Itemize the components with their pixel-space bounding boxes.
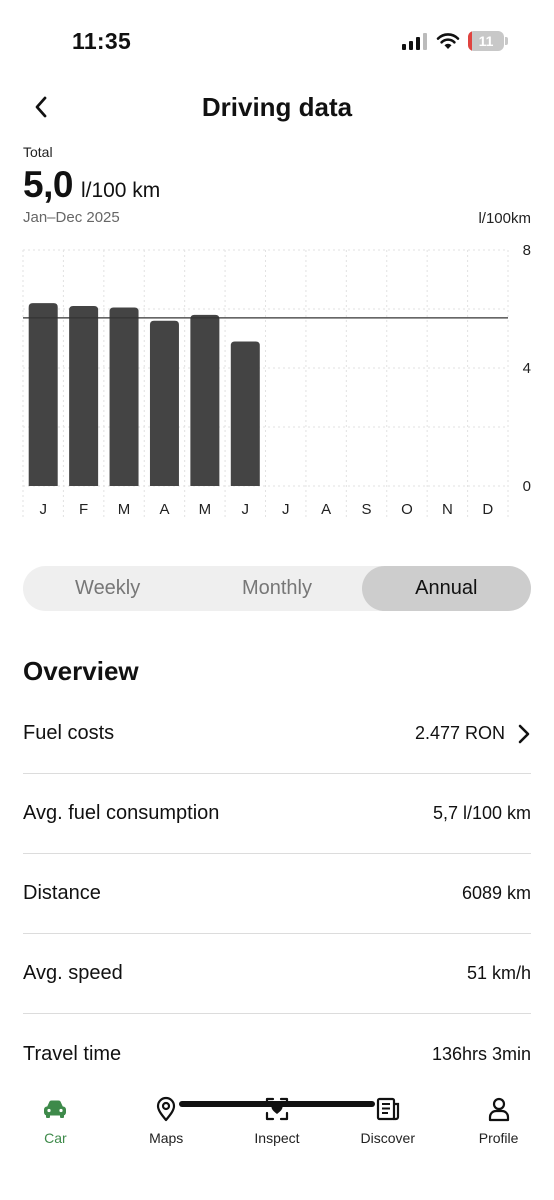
chart-bar — [109, 307, 139, 486]
nav-label: Profile — [478, 1130, 519, 1146]
inspect-icon — [265, 1097, 289, 1121]
status-icons: 11 — [402, 31, 508, 51]
row-label: Travel time — [23, 1042, 122, 1065]
x-tick-label: S — [362, 501, 372, 518]
chart-bar — [28, 303, 58, 486]
nav-discover[interactable]: Discover — [333, 1080, 443, 1146]
nav-maps[interactable]: Maps — [111, 1080, 221, 1146]
row-value-wrap: 2.477 RON — [415, 723, 531, 745]
total-number: 5,0 — [23, 164, 73, 205]
consumption-chart[interactable]: 0 4 8 J F M A M J J A S O N D — [0, 232, 554, 532]
news-icon — [376, 1097, 399, 1121]
x-tick-label: F — [79, 501, 88, 518]
x-tick-label: M — [199, 501, 212, 518]
wifi-icon — [436, 33, 460, 49]
row-value: 136hrs 3min — [431, 1043, 531, 1064]
nav-label: Car — [44, 1130, 67, 1146]
overview-title: Overview — [23, 656, 139, 686]
chart-bar — [230, 341, 260, 486]
tab-weekly[interactable]: Weekly — [23, 566, 192, 611]
x-tick-label: N — [442, 501, 453, 518]
status-time: 11:35 — [72, 28, 132, 54]
x-tick-label: D — [482, 501, 493, 518]
status-bar: 11:35 11 — [0, 0, 554, 80]
fuel-costs-row[interactable]: Fuel costs 2.477 RON — [23, 694, 531, 774]
x-tick-label: M — [118, 501, 131, 518]
home-indicator — [179, 1101, 375, 1107]
map-pin-icon — [157, 1096, 176, 1122]
page-title: Driving data — [201, 92, 353, 122]
y-tick-label: 4 — [523, 360, 531, 377]
x-tick-label: J — [282, 501, 290, 518]
row-value: 6089 km — [461, 883, 531, 903]
x-tick-label: A — [321, 501, 331, 518]
y-tick-label: 8 — [523, 242, 531, 259]
tab-monthly[interactable]: Monthly — [192, 566, 361, 611]
row-value: 2.477 RON — [414, 723, 505, 743]
distance-row: Distance 6089 km — [23, 854, 531, 934]
row-label: Distance — [23, 882, 101, 904]
overview-list: Fuel costs 2.477 RON Avg. fuel consumpti… — [23, 694, 531, 1094]
nav-label: Discover — [360, 1130, 416, 1146]
row-label: Avg. fuel consumption — [23, 802, 220, 824]
period-selector: Weekly Monthly Annual — [23, 566, 531, 611]
row-value: 5,7 l/100 km — [432, 803, 531, 823]
nav-label: Inspect — [254, 1130, 300, 1146]
total-label: Total — [23, 144, 53, 160]
x-tick-label: J — [39, 501, 47, 518]
axis-unit-label: l/100km — [478, 210, 531, 227]
avg-fuel-consumption-row: Avg. fuel consumption 5,7 l/100 km — [23, 774, 531, 854]
nav-profile[interactable]: Profile — [444, 1080, 554, 1146]
total-unit: l/100 km — [80, 179, 161, 202]
x-tick-label: A — [159, 501, 169, 518]
y-tick-label: 0 — [523, 478, 531, 495]
nav-label: Maps — [149, 1130, 184, 1146]
signal-icon — [402, 33, 427, 50]
car-icon — [44, 1100, 67, 1118]
row-label: Fuel costs — [23, 722, 115, 744]
nav-inspect[interactable]: Inspect — [222, 1080, 332, 1146]
battery-level: 11 — [478, 33, 494, 49]
x-tick-label: O — [401, 501, 413, 518]
total-consumption: 5,0 l/100 km — [23, 164, 160, 206]
person-icon — [488, 1097, 509, 1122]
chart-bar — [190, 314, 220, 486]
chart-bar — [149, 320, 179, 486]
header: Driving data — [0, 84, 554, 130]
period-label: Jan–Dec 2025 — [23, 209, 120, 226]
battery-icon: 11 — [468, 31, 508, 51]
row-label: Avg. speed — [23, 962, 123, 984]
tab-annual[interactable]: Annual — [361, 566, 531, 611]
chart-bar — [69, 306, 99, 486]
nav-car[interactable]: Car — [0, 1080, 110, 1146]
bottom-navigation: Car Maps Inspect Discover Profile — [0, 1080, 554, 1200]
avg-speed-row: Avg. speed 51 km/h — [23, 934, 531, 1014]
row-value: 51 km/h — [466, 963, 531, 983]
chevron-right-icon — [518, 724, 530, 743]
x-tick-label: J — [242, 501, 250, 518]
